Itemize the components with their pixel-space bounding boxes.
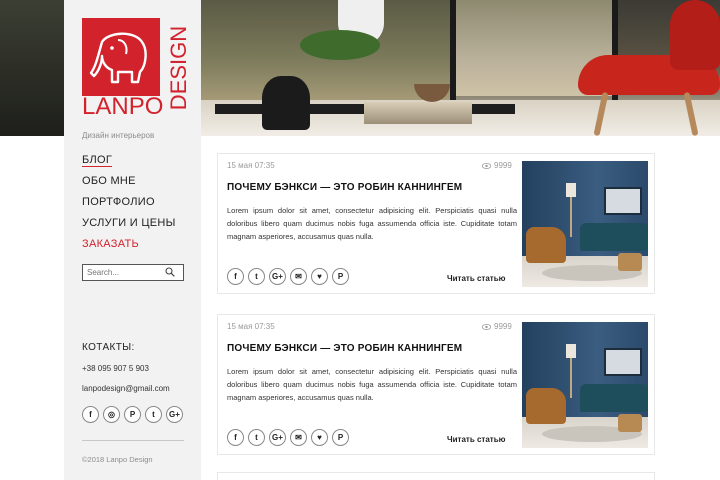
post-excerpt: Lorem ipsum dolor sit amet, consectetur … [227, 367, 517, 402]
pinterest-icon[interactable]: P [124, 406, 141, 423]
post-date: 15 мая 07:35 [227, 161, 275, 170]
tagline: Дизайн интерьеров [82, 131, 155, 140]
thumb-wall-art [604, 348, 642, 376]
post-views-count: 9999 [494, 161, 512, 170]
facebook-icon[interactable]: f [227, 429, 244, 446]
hero-statue [262, 76, 310, 130]
thumb-sofa [580, 384, 648, 412]
facebook-icon[interactable]: f [82, 406, 99, 423]
sidebar-divider [82, 440, 184, 441]
nav-item-about[interactable]: ОБО МНЕ [82, 174, 192, 195]
post-views-count: 9999 [494, 322, 512, 331]
thumb-lamp [566, 183, 576, 197]
thumb-sofa [580, 223, 648, 251]
thumb-side-table [618, 414, 642, 432]
share-buttons: f t G+ ✉ ♥ P [227, 429, 349, 446]
social-links: f ◎ P t G+ [82, 406, 183, 423]
pinterest-icon[interactable]: P [332, 429, 349, 446]
brand-name: LANPO [82, 93, 164, 120]
nav-item-label: БЛОГ [82, 154, 113, 167]
pocket-icon[interactable]: ♥ [311, 429, 328, 446]
post-title[interactable]: ПОЧЕМУ БЭНКСИ — ЭТО РОБИН КАННИНГЕМ [227, 343, 462, 354]
sidebar: LANPO DESIGN Дизайн интерьеров БЛОГ ОБО … [64, 0, 201, 480]
messenger-icon[interactable]: ✉ [290, 429, 307, 446]
blog-post-partial [217, 472, 655, 480]
facebook-icon[interactable]: f [227, 268, 244, 285]
read-more-link[interactable]: Читать статью [447, 435, 505, 444]
thumb-wall-art [604, 187, 642, 215]
twitter-icon[interactable]: t [145, 406, 162, 423]
nav-item-label: ЗАКАЗАТЬ [82, 238, 140, 250]
elephant-icon [89, 32, 147, 84]
hero-books [364, 102, 472, 124]
pinterest-icon[interactable]: P [332, 268, 349, 285]
nav-item-label: ОБО МНЕ [82, 175, 136, 187]
brand-name-vertical-wrap: DESIGN [165, 16, 191, 120]
google-plus-icon[interactable]: G+ [166, 406, 183, 423]
post-date: 15 мая 07:35 [227, 322, 275, 331]
pocket-icon[interactable]: ♥ [311, 268, 328, 285]
contact-phone[interactable]: +38 095 907 5 903 [82, 364, 149, 373]
blog-post: 15 мая 07:35 9999 ПОЧЕМУ БЭНКСИ — ЭТО РО… [217, 153, 655, 294]
blog-post: 15 мая 07:35 9999 ПОЧЕМУ БЭНКСИ — ЭТО РО… [217, 314, 655, 455]
post-excerpt: Lorem ipsum dolor sit amet, consectetur … [227, 206, 517, 241]
contact-email[interactable]: lanpodesign@gmail.com [82, 384, 170, 393]
logo-mark [82, 18, 160, 96]
nav-item-order[interactable]: ЗАКАЗАТЬ [82, 237, 192, 258]
nav-item-services[interactable]: УСЛУГИ И ЦЕНЫ [82, 216, 192, 237]
eye-icon [482, 162, 491, 169]
post-thumbnail[interactable] [522, 322, 648, 448]
copyright: ©2018 Lanpo Design [82, 455, 153, 464]
thumb-side-table [618, 253, 642, 271]
search-input[interactable] [87, 266, 159, 279]
messenger-icon[interactable]: ✉ [290, 268, 307, 285]
brand-name-vertical: DESIGN [166, 25, 191, 111]
share-buttons: f t G+ ✉ ♥ P [227, 268, 349, 285]
google-plus-icon[interactable]: G+ [269, 268, 286, 285]
hero-red-chair-back [670, 0, 720, 70]
search-box [82, 264, 184, 281]
hero-plant [300, 30, 380, 60]
hero-mullion [450, 0, 456, 110]
instagram-icon[interactable]: ◎ [103, 406, 120, 423]
read-more-link[interactable]: Читать статью [447, 274, 505, 283]
post-title[interactable]: ПОЧЕМУ БЭНКСИ — ЭТО РОБИН КАННИНГЕМ [227, 182, 462, 193]
thumb-lamp-stem [570, 197, 572, 237]
hero-frame [0, 0, 64, 136]
eye-icon [482, 323, 491, 330]
twitter-icon[interactable]: t [248, 268, 265, 285]
logo[interactable]: LANPO DESIGN [82, 16, 191, 122]
search-icon[interactable] [165, 267, 175, 277]
nav-item-portfolio[interactable]: ПОРТФОЛИО [82, 195, 192, 216]
contacts-title: КОТАКТЫ: [82, 342, 135, 353]
nav-item-blog[interactable]: БЛОГ [82, 153, 192, 174]
post-thumbnail[interactable] [522, 161, 648, 287]
post-views: 9999 [482, 322, 512, 331]
twitter-icon[interactable]: t [248, 429, 265, 446]
google-plus-icon[interactable]: G+ [269, 429, 286, 446]
thumb-armchair [526, 388, 566, 424]
nav-item-label: ПОРТФОЛИО [82, 196, 155, 208]
thumb-lamp [566, 344, 576, 358]
nav-item-label: УСЛУГИ И ЦЕНЫ [82, 217, 176, 229]
post-views: 9999 [482, 161, 512, 170]
main-nav: БЛОГ ОБО МНЕ ПОРТФОЛИО УСЛУГИ И ЦЕНЫ ЗАК… [82, 153, 192, 258]
thumb-armchair [526, 227, 566, 263]
thumb-lamp-stem [570, 358, 572, 398]
